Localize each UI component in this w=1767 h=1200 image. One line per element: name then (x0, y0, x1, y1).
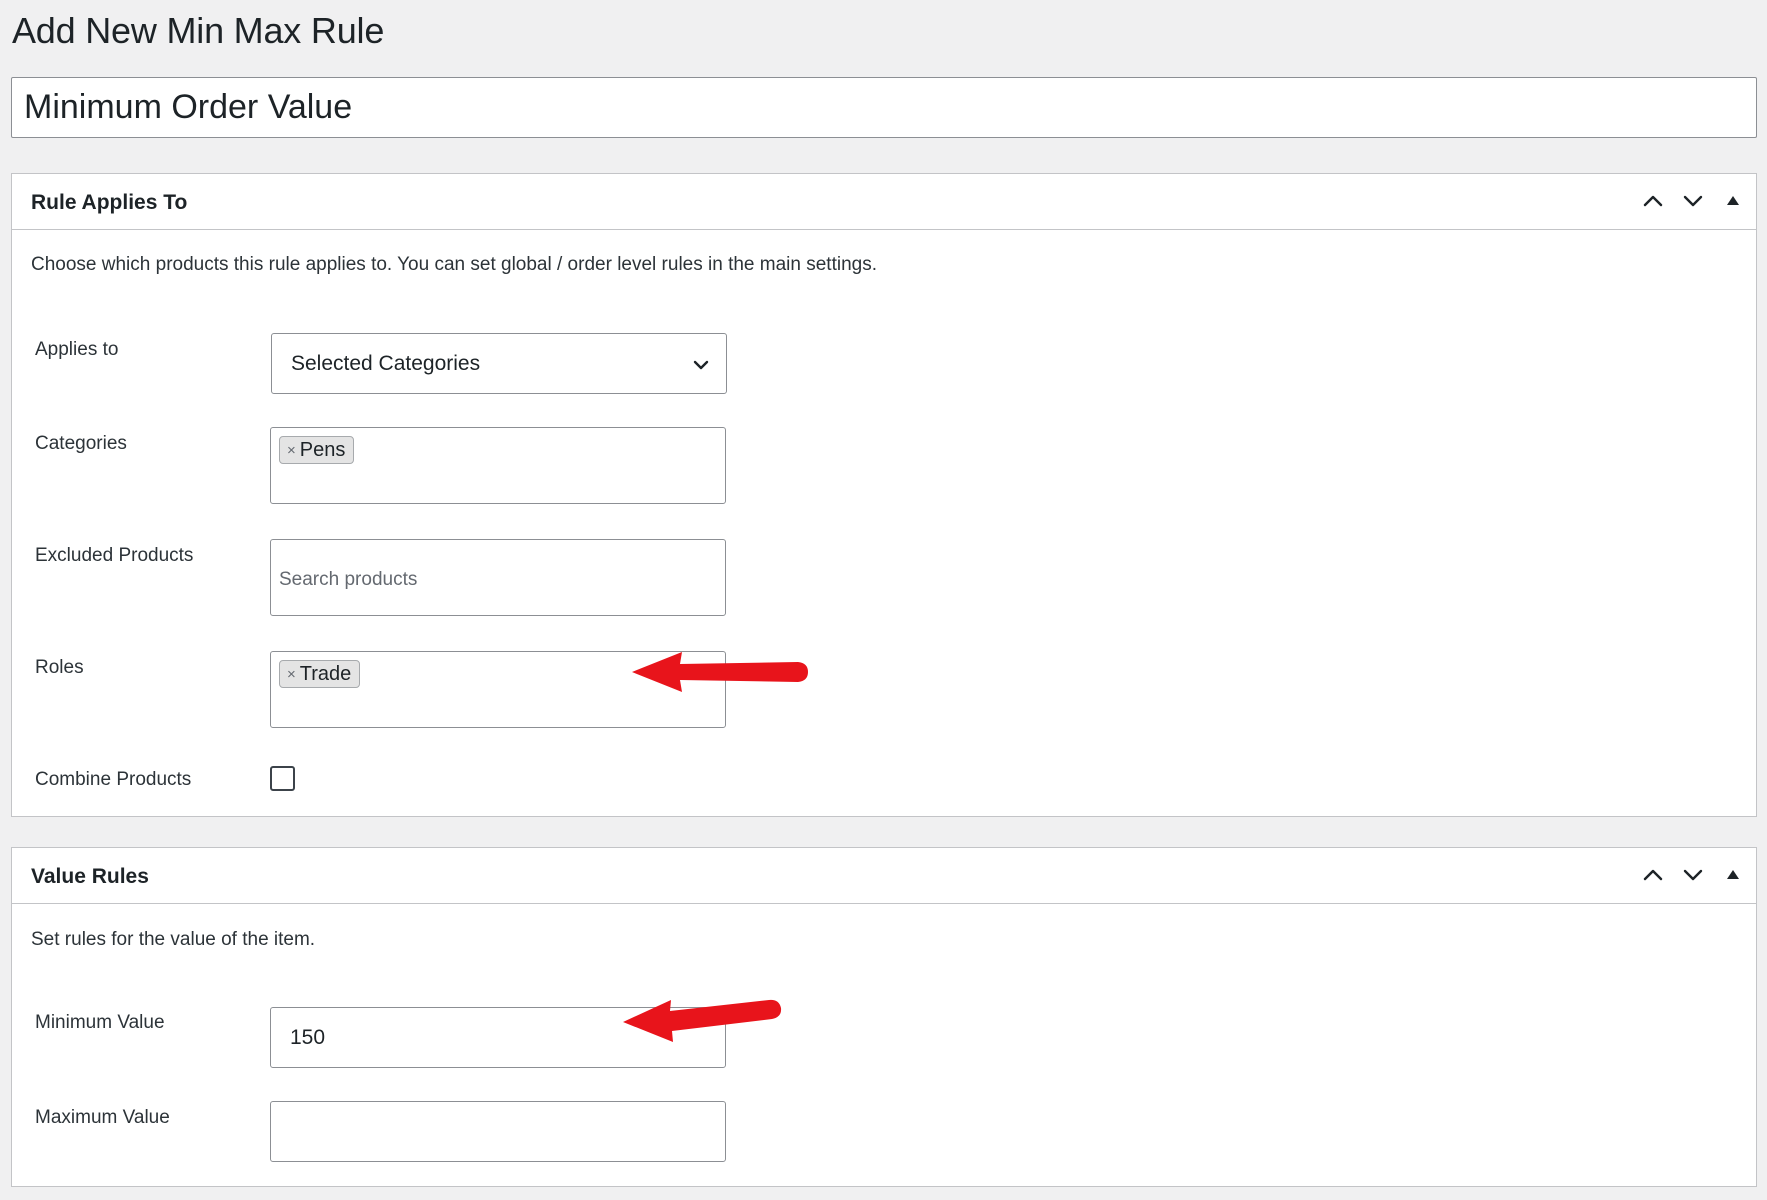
panel-description: Choose which products this rule applies … (31, 254, 877, 275)
token-label: Pens (299, 438, 346, 461)
move-down-button[interactable] (1680, 862, 1706, 888)
chevron-up-icon (1643, 195, 1663, 207)
categories-select[interactable]: × Pens (270, 427, 726, 504)
chevron-down-icon (693, 360, 709, 370)
roles-select[interactable]: × Trade (270, 651, 726, 728)
maximum-value-label: Maximum Value (35, 1107, 170, 1128)
chevron-down-icon (1683, 869, 1703, 881)
categories-label: Categories (35, 433, 127, 454)
applies-to-selected-value: Selected Categories (291, 352, 481, 375)
roles-label: Roles (35, 657, 84, 678)
panel-title: Rule Applies To (31, 191, 188, 214)
applies-to-label: Applies to (35, 339, 119, 360)
role-token: × Trade (279, 660, 361, 688)
page-title: Add New Min Max Rule (12, 10, 385, 51)
move-up-button[interactable] (1640, 188, 1666, 214)
token-label: Trade (299, 662, 352, 685)
minimum-value-input[interactable]: 150 (270, 1007, 726, 1068)
close-icon[interactable]: × (287, 667, 296, 682)
panel-title: Value Rules (31, 865, 149, 888)
panel-handle-actions (1640, 188, 1746, 214)
move-down-button[interactable] (1680, 188, 1706, 214)
rule-applies-to-panel: Rule Applies To Choose which products th… (11, 173, 1757, 817)
search-placeholder: Search products (279, 569, 418, 590)
maximum-value-input[interactable] (270, 1101, 726, 1162)
toggle-panel-button[interactable] (1720, 188, 1746, 214)
category-token: × Pens (279, 436, 355, 464)
close-icon[interactable]: × (287, 443, 296, 458)
rule-title-input[interactable] (11, 77, 1757, 138)
panel-description: Set rules for the value of the item. (31, 929, 316, 950)
triangle-up-icon (1727, 870, 1739, 879)
panel-header: Rule Applies To (12, 174, 1756, 230)
combine-products-label: Combine Products (35, 769, 192, 790)
toggle-panel-button[interactable] (1720, 862, 1746, 888)
triangle-up-icon (1727, 196, 1739, 205)
chevron-up-icon (1643, 869, 1663, 881)
excluded-products-search[interactable]: Search products (270, 539, 726, 616)
move-up-button[interactable] (1640, 862, 1666, 888)
panel-handle-actions (1640, 862, 1746, 888)
panel-header: Value Rules (12, 848, 1756, 904)
applies-to-select[interactable]: Selected Categories (271, 333, 727, 394)
combine-products-checkbox[interactable] (270, 766, 295, 791)
minimum-value-label: Minimum Value (35, 1012, 165, 1033)
excluded-products-label: Excluded Products (35, 545, 194, 566)
chevron-down-icon (1683, 195, 1703, 207)
value-rules-panel: Value Rules Set rules for the value of t… (11, 847, 1757, 1187)
minimum-value-text: 150 (290, 1026, 326, 1049)
